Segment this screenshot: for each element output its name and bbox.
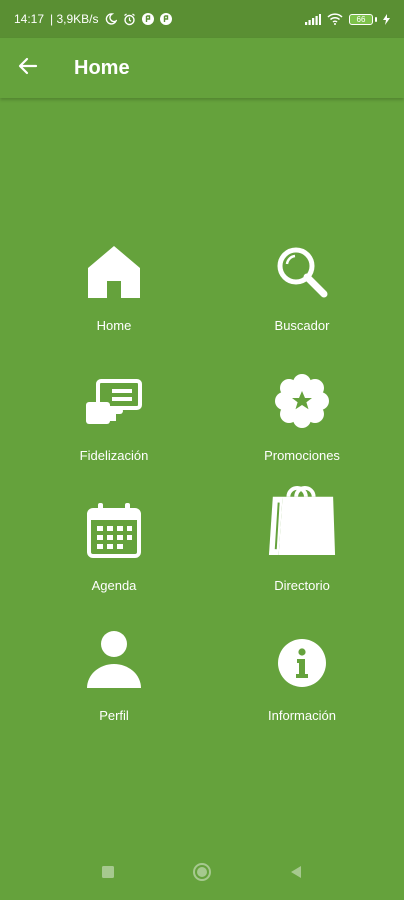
moon-icon <box>105 13 117 25</box>
back-nav-button[interactable] <box>284 862 308 886</box>
home-nav-button[interactable] <box>190 862 214 886</box>
system-navigation-bar <box>0 848 404 900</box>
status-left: 14:17 | 3,9KB/s <box>14 12 172 26</box>
app-bar: Home <box>0 38 404 98</box>
menu-label: Perfil <box>99 708 129 723</box>
menu-item-informacion[interactable]: Información <box>214 628 390 758</box>
status-right: 66 <box>305 13 390 25</box>
menu-grid: Home Buscador Fidelización Promociones A… <box>14 238 390 758</box>
menu-item-directorio[interactable]: Directorio <box>214 486 390 628</box>
alarm-icon <box>123 13 136 26</box>
signal-icon <box>305 13 321 25</box>
status-network-speed: | 3,9KB/s <box>50 12 99 26</box>
app-notification-icon <box>141 13 154 25</box>
menu-item-home[interactable]: Home <box>14 238 214 368</box>
wifi-icon <box>327 13 343 25</box>
menu-label: Directorio <box>274 578 330 593</box>
arrow-left-icon <box>18 56 38 81</box>
menu-item-fidelizacion[interactable]: Fidelización <box>14 368 214 498</box>
battery-level: 66 <box>349 13 373 25</box>
card-icon <box>79 368 149 428</box>
person-icon <box>79 628 149 688</box>
recents-button[interactable] <box>96 862 120 886</box>
status-bar: 14:17 | 3,9KB/s 66 <box>0 0 404 38</box>
star-badge-icon <box>267 368 337 428</box>
triangle-back-icon <box>289 865 303 884</box>
menu-item-buscador[interactable]: Buscador <box>214 238 390 368</box>
home-icon <box>79 238 149 298</box>
shopping-bag-icon <box>267 486 337 558</box>
battery-indicator: 66 <box>349 13 377 25</box>
back-button[interactable] <box>0 38 56 98</box>
menu-label: Fidelización <box>79 448 149 463</box>
menu-label: Agenda <box>91 578 137 593</box>
square-icon <box>101 865 115 884</box>
battery-tip <box>375 16 377 22</box>
menu-item-perfil[interactable]: Perfil <box>14 628 214 758</box>
menu-item-agenda[interactable]: Agenda <box>14 498 214 628</box>
status-time: 14:17 <box>14 12 45 26</box>
circle-icon <box>192 862 212 887</box>
menu-label: Home <box>96 318 132 333</box>
charging-icon <box>383 13 390 25</box>
page-title: Home <box>74 56 130 79</box>
menu-label: Promociones <box>264 448 340 463</box>
calendar-icon <box>79 498 149 558</box>
menu-label: Información <box>268 708 336 723</box>
app-notification-icon <box>159 13 172 25</box>
search-icon <box>267 238 337 298</box>
menu-item-promociones[interactable]: Promociones <box>214 368 390 498</box>
menu-label: Buscador <box>274 318 330 333</box>
info-icon <box>267 628 337 688</box>
